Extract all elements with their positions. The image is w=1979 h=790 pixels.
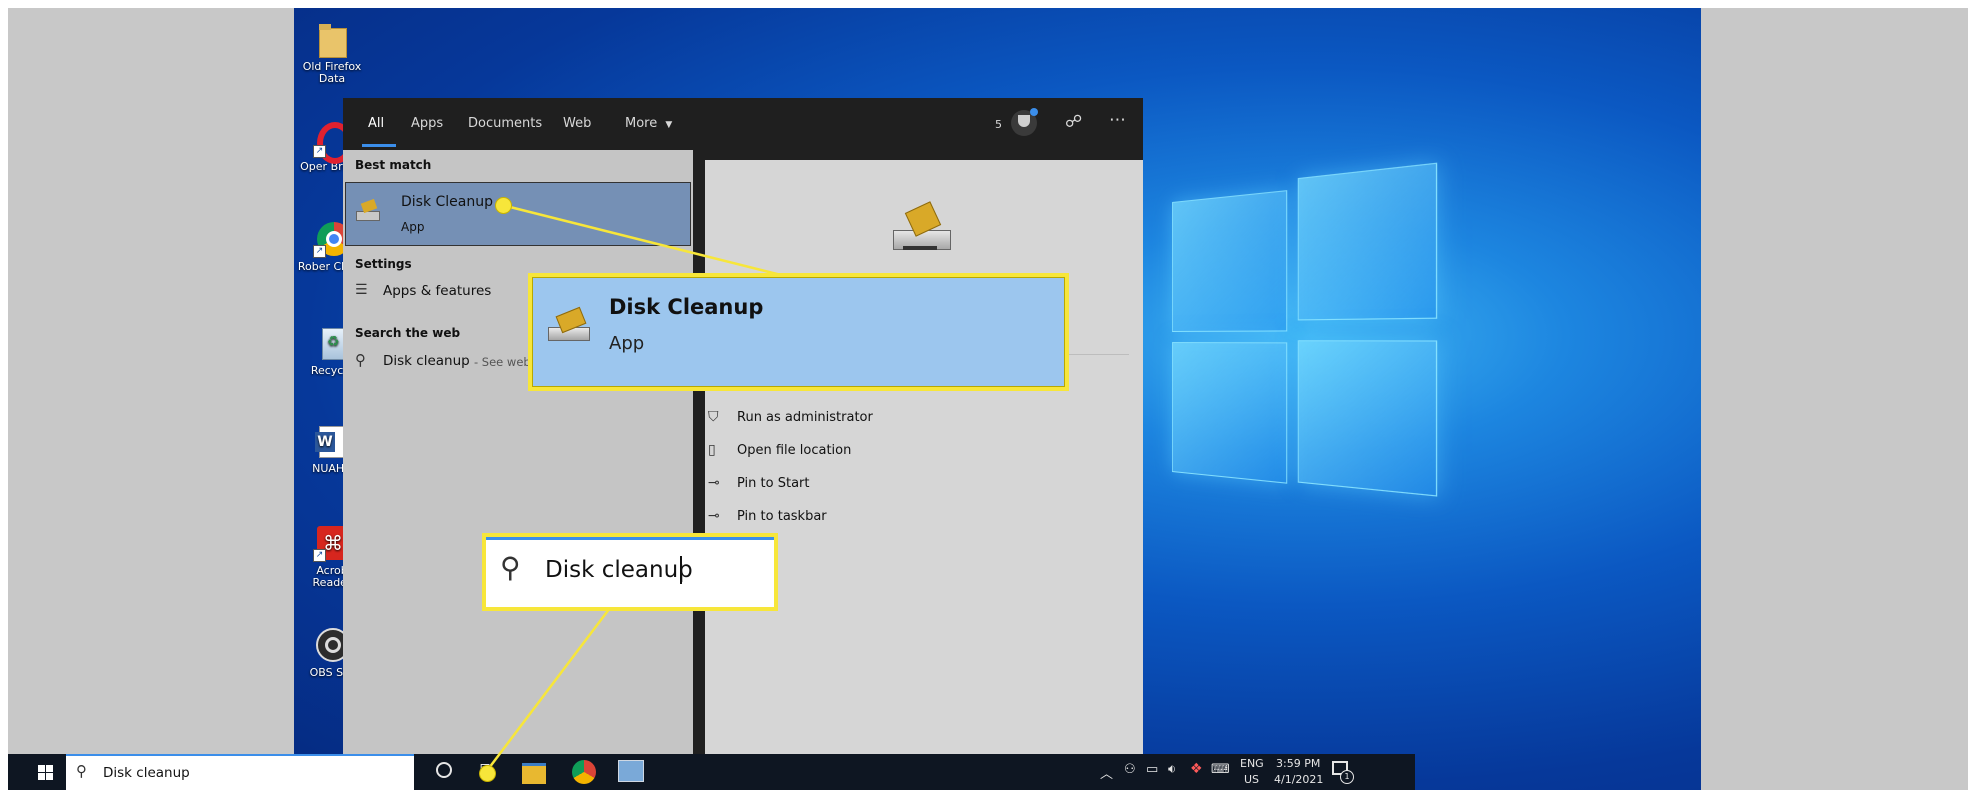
text-cursor [680,556,682,584]
callout-search-text: Disk cleanup [545,557,693,583]
search-box-accent [486,537,774,540]
callout-search-box: ⚲ Disk cleanup [482,533,778,611]
connector-search [485,595,620,773]
callout-app-title: Disk Cleanup [609,295,764,319]
callout-dot-best-match [495,197,512,214]
disk-cleanup-icon [548,306,594,347]
callout-connectors [485,203,802,773]
screenshot-frame: Old Firefox Data ↗ Oper Brows ↗ Rober Ch… [8,8,1968,790]
connector-best-match [501,203,802,282]
callout-app-subtitle: App [609,333,645,354]
callout-disk-cleanup-app: Disk Cleanup App [528,273,1069,391]
search-icon: ⚲ [500,551,521,584]
callout-dot-search [479,765,496,782]
